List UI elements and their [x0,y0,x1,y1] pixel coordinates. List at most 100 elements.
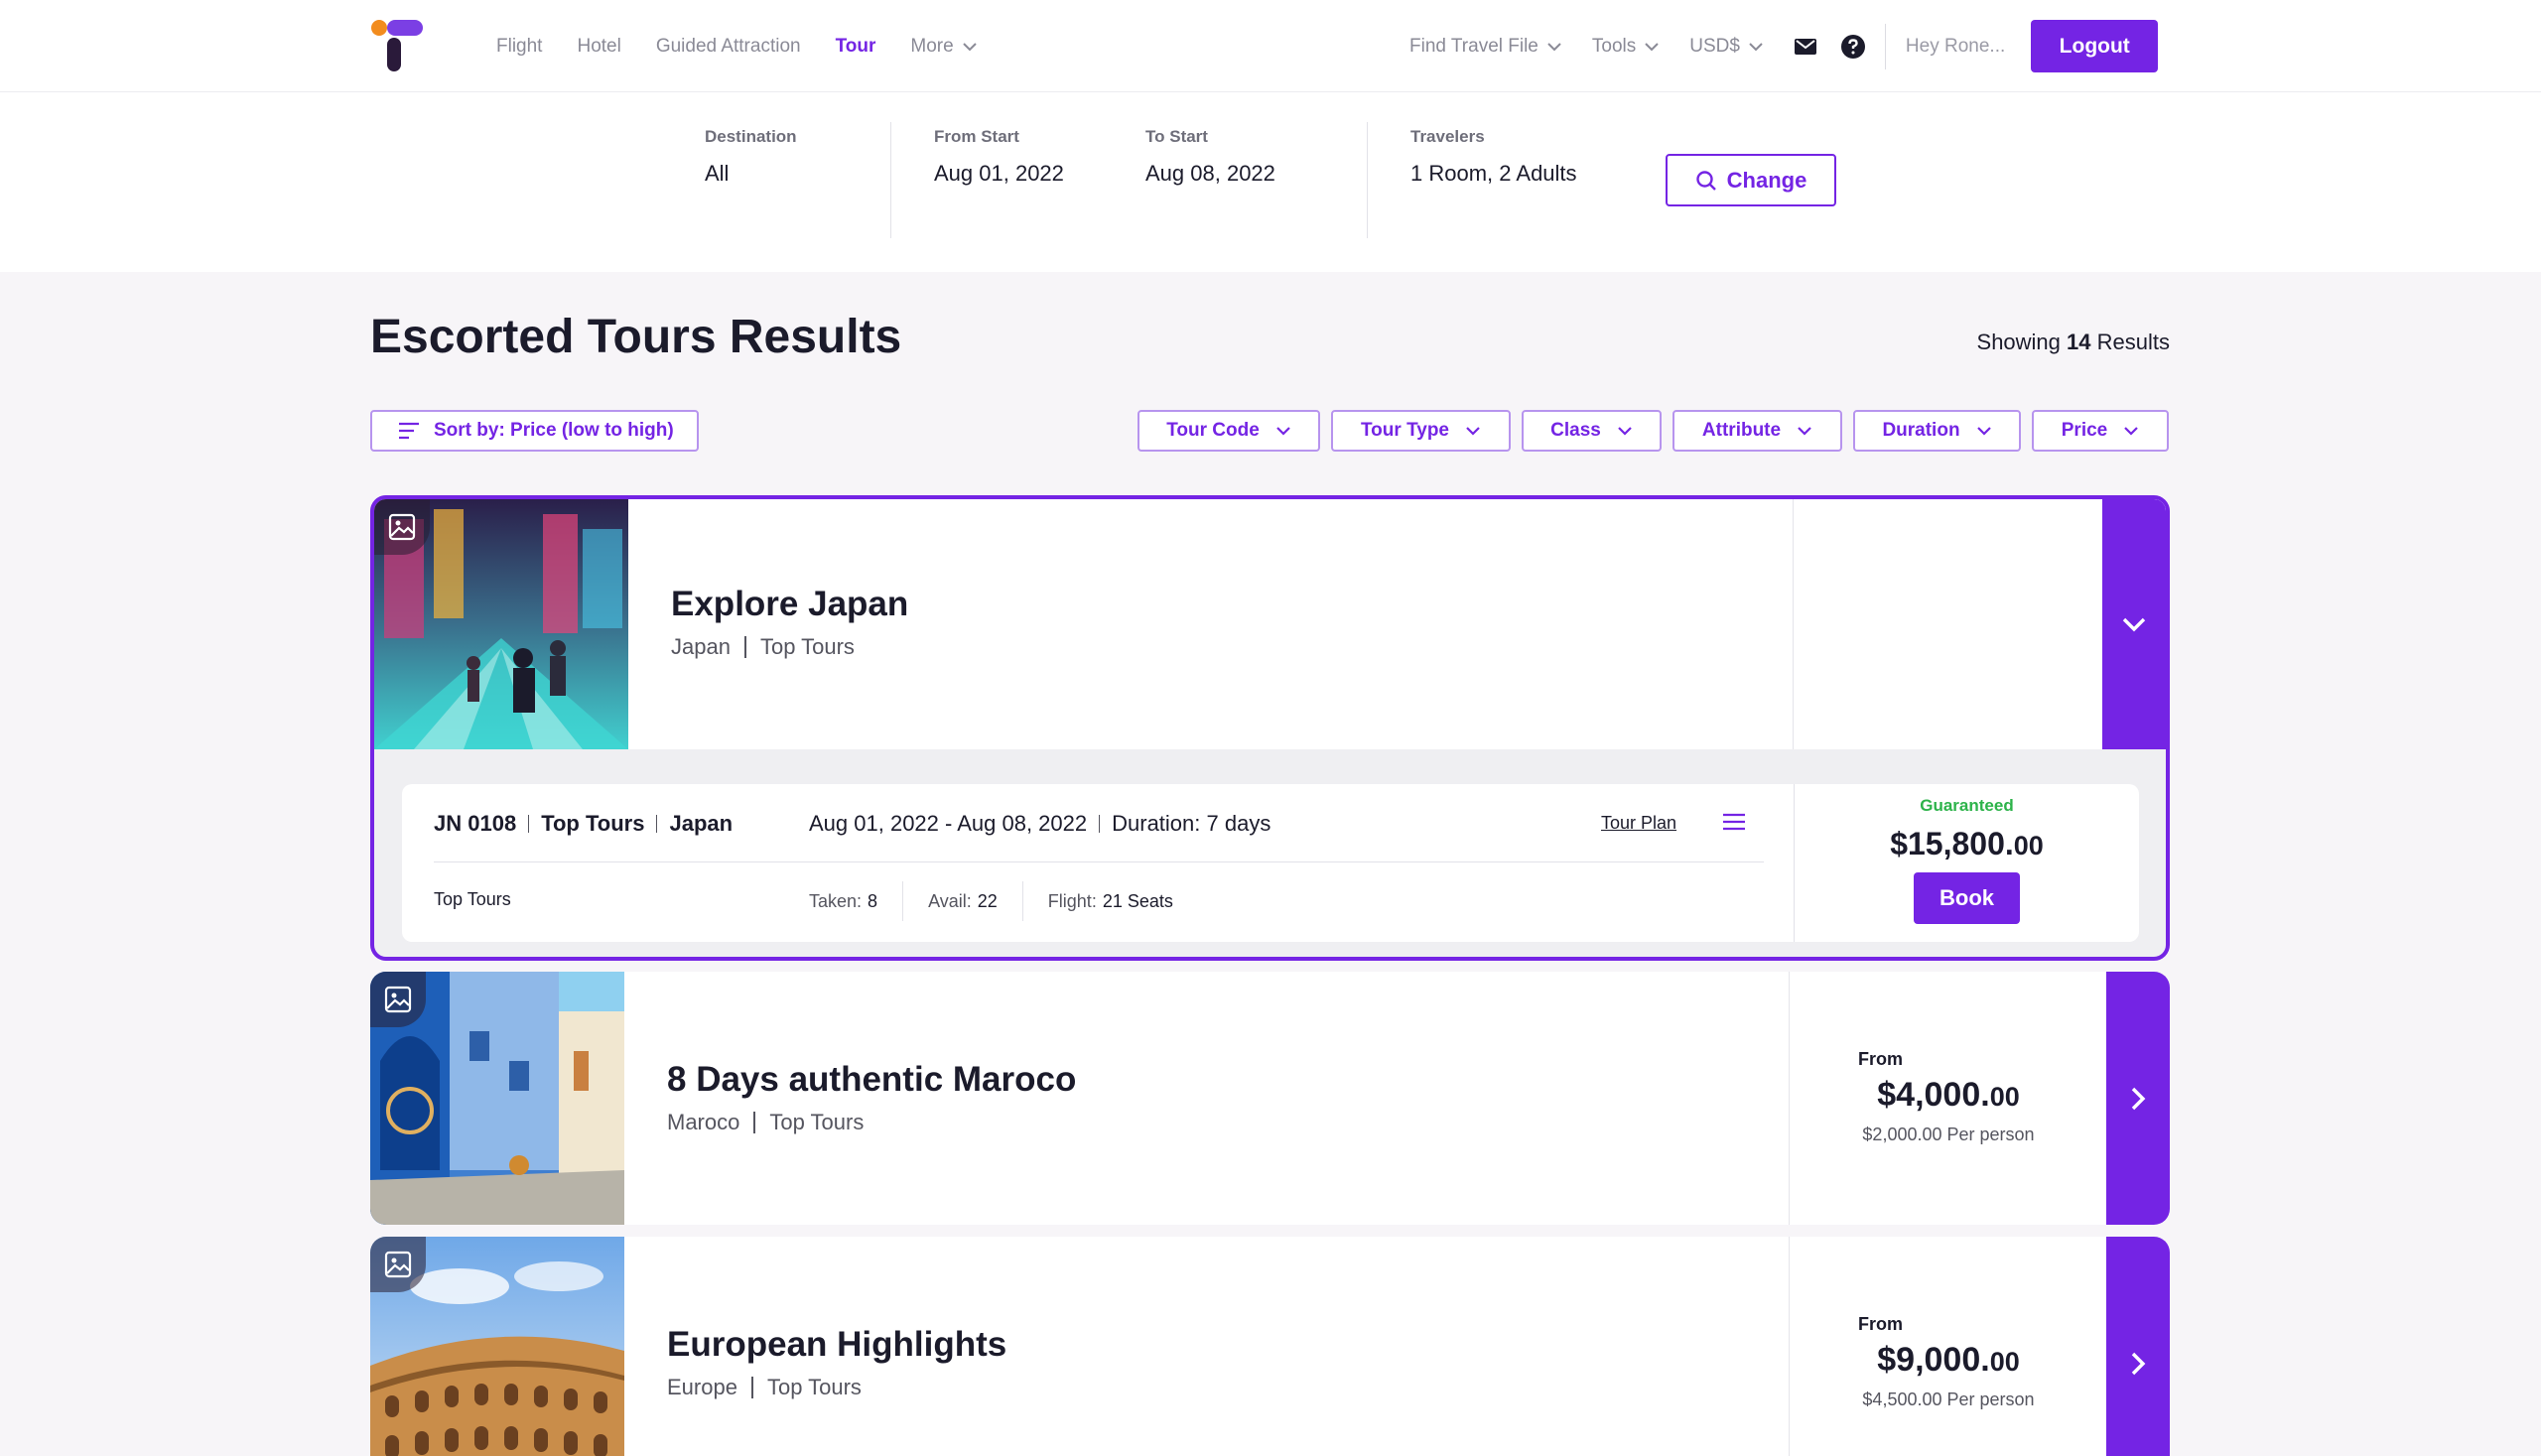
filter-label: Tour Type [1360,420,1450,441]
book-button[interactable]: Book [1914,872,2020,924]
tour-country: Japan [671,634,731,659]
nav-guided-attraction[interactable]: Guided Attraction [656,36,801,58]
price-column-divider [1793,499,1794,749]
chevron-down-icon [1276,427,1290,436]
departure-country: Japan [669,811,734,836]
price-main: $9,000. [1877,1341,1990,1379]
subtitle-separator [750,1377,753,1398]
separator [528,815,530,833]
main-nav: Flight Hotel Guided Attraction Tour More [496,0,978,92]
from-start-label: From Start [934,127,1019,146]
filter-label: Duration [1882,420,1960,441]
filter-price[interactable]: Price [2032,410,2169,452]
chevron-down-icon [962,42,977,51]
currency-label: USD$ [1689,35,1740,57]
user-greeting[interactable]: Hey Rone... [1906,36,2005,58]
change-search-button[interactable]: Change [1666,154,1836,206]
subtitle-separator [753,1112,756,1133]
tools-dropdown[interactable]: Tools [1592,36,1660,58]
destination-field[interactable]: Destination All [705,127,797,187]
filter-duration[interactable]: Duration [1853,410,2021,452]
tour-code: JN 0108 [434,811,517,836]
results-count: Showing 14 Results [1977,330,2170,355]
tour-subtitle: Maroco Top Tours [667,1110,864,1135]
expand-button[interactable] [2106,1237,2170,1456]
separator [656,815,658,833]
filter-tour-type[interactable]: Tour Type [1331,410,1511,452]
chevron-down-icon [1976,427,1991,436]
departure-code-line: JN 0108 Top Tours Japan [434,811,733,837]
image-icon [388,513,416,541]
filter-class[interactable]: Class [1522,410,1662,452]
tour-card: Explore Japan Japan Top Tours JN 0108 To… [370,495,2170,961]
tour-title[interactable]: Explore Japan [671,585,908,624]
destination-value: All [705,161,730,186]
collapse-toggle[interactable] [2102,499,2166,749]
sort-lines-icon [399,422,419,440]
mail-icon[interactable] [1794,35,1817,59]
find-travel-file-label: Find Travel File [1409,35,1538,57]
tour-card[interactable]: 8 Days authentic Maroco Maroco Top Tours… [370,972,2170,1225]
tour-title[interactable]: European Highlights [667,1325,1006,1365]
price-main: $4,000. [1877,1076,1990,1114]
per-person-price: $2,000.00 Per person [1862,1125,2035,1144]
filter-bar: Tour Code Tour Type Class Attribute Dura… [1137,410,2169,452]
travelers-value: 1 Room, 2 Adults [1410,161,1577,186]
availability-stats: Taken: 8 Avail: 22 Flight: 21 Seats [809,881,1198,921]
tour-image[interactable] [370,1237,624,1456]
status-badge: Guaranteed [1920,796,2014,815]
departure-price-block: Guaranteed $15,800.00 Book [1795,784,2139,942]
price-cents: 00 [1989,1347,2020,1377]
chevron-down-icon [1749,42,1763,51]
tour-image[interactable] [374,499,628,749]
tour-card[interactable]: European Highlights Europe Top Tours Fro… [370,1237,2170,1456]
separator [1099,815,1101,833]
sort-label: Sort by: Price (low to high) [434,420,674,441]
tour-plan-link[interactable]: Tour Plan [1601,813,1676,834]
chevron-down-icon [1645,42,1659,51]
search-icon [1695,170,1716,191]
nav-hotel[interactable]: Hotel [577,36,620,58]
filter-attribute[interactable]: Attribute [1672,410,1842,452]
image-icon [384,986,412,1013]
to-start-field[interactable]: To Start Aug 08, 2022 [1145,127,1275,187]
logout-button[interactable]: Logout [2031,20,2159,72]
gallery-badge[interactable] [370,972,426,1027]
filter-label: Price [2061,420,2108,441]
sort-button[interactable]: Sort by: Price (low to high) [370,410,699,452]
travelers-field[interactable]: Travelers 1 Room, 2 Adults [1410,127,1577,187]
gallery-badge[interactable] [370,1237,426,1292]
chevron-down-icon [1798,427,1811,436]
nav-tour[interactable]: Tour [836,36,876,58]
help-icon[interactable] [1840,34,1865,59]
from-label: From [1858,1314,1903,1334]
expand-button[interactable] [2106,972,2170,1225]
flight-stat: Flight: 21 Seats [1021,881,1198,921]
currency-dropdown[interactable]: USD$ [1689,36,1764,58]
tour-card-header[interactable] [374,499,2166,749]
chevron-down-icon [1618,427,1632,436]
taken-value: 8 [868,890,878,911]
from-start-field[interactable]: From Start Aug 01, 2022 [934,127,1064,187]
price-main: $15,800. [1890,826,2014,861]
departure-dates: Aug 01, 2022 - Aug 08, 2022 [809,811,1088,836]
tour-country: Europe [667,1375,737,1399]
menu-lines-icon[interactable] [1722,812,1746,832]
find-travel-file-dropdown[interactable]: Find Travel File [1409,36,1562,58]
travelers-label: Travelers [1410,127,1485,146]
nav-more-dropdown[interactable]: More [910,36,977,58]
subtitle-separator [743,636,746,658]
price-cents: 00 [2013,831,2044,860]
nav-right: Find Travel File Tools USD$ Hey Rone... … [1409,0,2159,92]
tour-title[interactable]: 8 Days authentic Maroco [667,1060,1076,1100]
brand-logo[interactable] [369,18,425,73]
detail-divider [434,861,1764,862]
summary-divider [890,122,891,238]
gallery-badge[interactable] [374,499,430,555]
tour-category: Top Tours [759,634,855,659]
nav-flight[interactable]: Flight [496,36,542,58]
departure-category: Top Tours [541,811,645,836]
chevron-down-icon [2122,617,2146,632]
tour-image[interactable] [370,972,624,1225]
filter-tour-code[interactable]: Tour Code [1137,410,1320,452]
